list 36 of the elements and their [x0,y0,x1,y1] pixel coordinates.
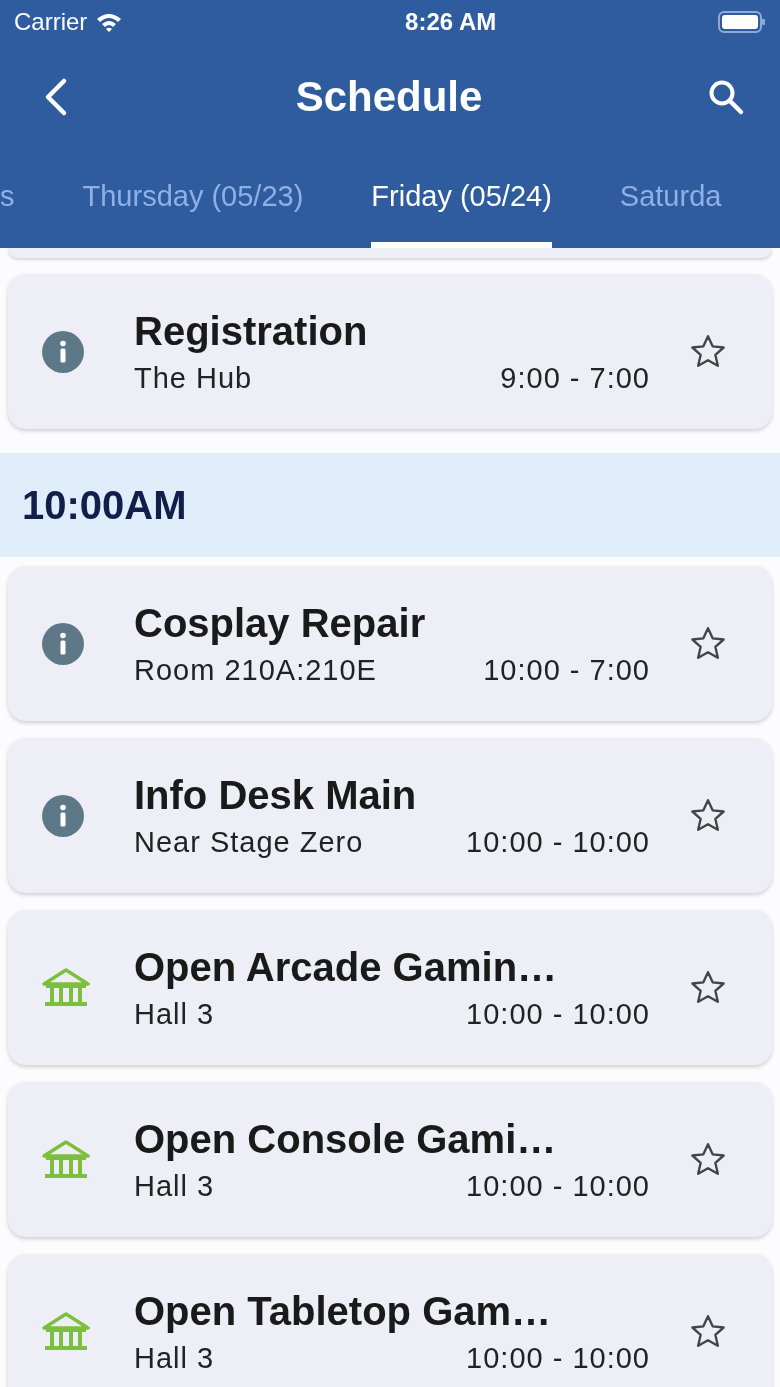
event-card[interactable]: Open Arcade Gamin… Hall 3 10:00 - 10:00 [8,910,772,1065]
event-title: Registration [134,308,369,354]
event-title: Info Desk Main [134,772,418,818]
battery-icon [718,10,766,34]
event-location: Hall 3 [134,997,215,1031]
event-location: The Hub [134,361,253,395]
event-title: Cosplay Repair [134,600,427,646]
event-card[interactable]: Info Desk Main Near Stage Zero 10:00 - 10:00 [8,738,772,893]
event-card[interactable]: Open Tabletop Gam… Hall 3 10:00 - 10:00 [8,1254,772,1387]
wifi-icon [95,11,124,33]
info-icon [42,794,84,837]
event-time: 9:00 - 7:00 [500,361,650,395]
event-time: 10:00 - 7:00 [483,653,650,687]
carrier-name: Carrier [14,8,88,36]
event-title: Open Console Gami… [134,1116,558,1162]
screen-title: Schedule [295,73,483,121]
event-card[interactable]: Open Console Gami… Hall 3 10:00 - 10:00 [8,1082,772,1237]
event-card[interactable]: Registration The Hub 9:00 - 7:00 [8,274,772,429]
building-icon [42,967,90,1008]
event-time: 10:00 - 10:00 [466,997,650,1031]
event-location: Near Stage Zero [134,825,364,859]
event-time: 10:00 - 10:00 [466,825,650,859]
event-time: 10:00 - 10:00 [466,1341,650,1375]
event-location: Hall 3 [134,1341,215,1375]
event-card[interactable]: Cosplay Repair Room 210A:210E 10:00 - 7:00 [8,566,772,721]
building-icon [42,1311,90,1352]
building-icon [42,1139,90,1180]
time-heading: 10:00AM [22,482,187,528]
status-time: 8:26 AM [405,8,497,36]
event-location: Room 210A:210E [134,653,377,687]
event-title: Open Tabletop Gam… [134,1288,553,1334]
info-icon [42,622,84,665]
event-title: Open Arcade Gamin… [134,944,559,990]
info-icon [42,330,84,373]
event-time: 10:00 - 10:00 [466,1169,650,1203]
event-location: Hall 3 [134,1169,215,1203]
